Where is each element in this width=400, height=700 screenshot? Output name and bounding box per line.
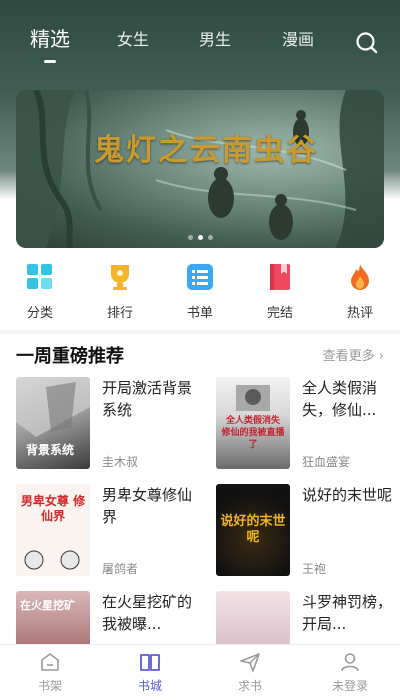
book-author: 王袍 bbox=[302, 562, 327, 576]
send-icon bbox=[239, 651, 261, 673]
nav-label: 书城 bbox=[137, 679, 162, 693]
banner-dot[interactable] bbox=[188, 235, 193, 240]
nav-label: 书架 bbox=[37, 679, 62, 693]
nav-request-book[interactable]: 求书 bbox=[220, 651, 280, 694]
category-ranking[interactable]: 排行 bbox=[90, 262, 150, 321]
category-label: 排行 bbox=[106, 306, 133, 321]
book-card[interactable]: 说好的末世呢 说好的末世呢 王袍 bbox=[216, 484, 400, 584]
book-title: 男卑女尊修仙界 bbox=[102, 486, 193, 526]
trophy-icon bbox=[105, 262, 135, 292]
section-divider bbox=[0, 330, 400, 334]
see-more-label: 查看更多 bbox=[322, 349, 375, 364]
top-tabs: 精选 女生 男生 漫画 bbox=[0, 26, 400, 66]
cover-title: 在火星挖矿 bbox=[20, 599, 75, 612]
section-title: 一周重磅推荐 bbox=[16, 346, 124, 367]
banner-title: 鬼灯之云南虫谷 bbox=[94, 133, 318, 168]
user-icon bbox=[339, 651, 361, 673]
open-book-icon bbox=[139, 651, 161, 673]
book-author: 圭木叔 bbox=[102, 455, 139, 469]
category-label: 书单 bbox=[186, 306, 213, 321]
book-title: 在火星挖矿的我被曝... bbox=[102, 593, 193, 633]
category-label: 分类 bbox=[26, 306, 53, 321]
book-title: 斗罗神罚榜，开局... bbox=[302, 593, 393, 633]
category-classify[interactable]: 分类 bbox=[10, 262, 70, 321]
cover-title: 说好的末世呢 bbox=[220, 514, 286, 545]
flame-icon bbox=[345, 262, 375, 292]
category-label: 完结 bbox=[266, 306, 293, 321]
grid-icon bbox=[25, 262, 55, 292]
banner-pagination bbox=[188, 235, 213, 240]
book-cover: 男卑女尊 修仙界 bbox=[16, 484, 90, 576]
nav-bookstore[interactable]: 书城 bbox=[120, 651, 180, 694]
book-card[interactable]: 男卑女尊 修仙界 男卑女尊修仙界 屠鸽者 bbox=[16, 484, 200, 584]
category-completed[interactable]: 完结 bbox=[250, 262, 310, 321]
promo-banner[interactable]: 鬼灯之云南虫谷 bbox=[16, 90, 384, 248]
book-card[interactable]: 全人类假消失 修仙的我被直播了 全人类假消失，修仙... 狂血盛宴 bbox=[216, 377, 400, 477]
list-icon bbox=[185, 262, 215, 292]
book-title: 全人类假消失，修仙... bbox=[302, 379, 378, 419]
tab-female[interactable]: 女生 bbox=[117, 26, 149, 50]
see-more-link[interactable]: 查看更多 › bbox=[323, 345, 384, 364]
book-cover: 说好的末世呢 bbox=[216, 484, 290, 576]
book-icon bbox=[265, 262, 295, 292]
book-title: 开局激活背景系统 bbox=[102, 379, 193, 419]
tab-active-indicator bbox=[44, 60, 56, 63]
tab-male[interactable]: 男生 bbox=[199, 26, 231, 50]
book-cover: 全人类假消失 修仙的我被直播了 bbox=[216, 377, 290, 469]
book-title: 说好的末世呢 bbox=[302, 486, 393, 504]
nav-label: 求书 bbox=[237, 679, 262, 693]
banner-artwork bbox=[16, 90, 384, 248]
nav-account[interactable]: 未登录 bbox=[320, 651, 380, 694]
cover-title: 男卑女尊 修仙界 bbox=[20, 494, 86, 523]
book-author: 屠鸽者 bbox=[102, 562, 139, 576]
cover-title: 背景系统 bbox=[26, 443, 75, 457]
nav-bookshelf[interactable]: 书架 bbox=[20, 651, 80, 694]
banner-dot[interactable] bbox=[208, 235, 213, 240]
book-author: 狂血盛宴 bbox=[302, 455, 351, 469]
category-label: 热评 bbox=[346, 306, 373, 321]
category-nav: 分类 排行 书单 完结 热评 bbox=[0, 262, 400, 326]
bottom-nav: 书架 书城 求书 未登录 bbox=[0, 644, 400, 700]
shelf-icon bbox=[39, 651, 61, 673]
tab-comics[interactable]: 漫画 bbox=[282, 26, 314, 50]
tab-featured[interactable]: 精选 bbox=[30, 23, 70, 52]
cover-title: 全人类假消失 修仙的我被直播了 bbox=[221, 416, 285, 450]
category-hot-reviews[interactable]: 热评 bbox=[330, 262, 390, 321]
nav-label: 未登录 bbox=[331, 679, 368, 693]
banner-dot-active[interactable] bbox=[198, 235, 203, 240]
chevron-right-icon: › bbox=[378, 349, 384, 364]
book-card[interactable]: 背景系统 开局激活背景系统 圭木叔 bbox=[16, 377, 200, 477]
category-booklist[interactable]: 书单 bbox=[170, 262, 230, 321]
book-cover: 背景系统 bbox=[16, 377, 90, 469]
search-icon[interactable] bbox=[354, 30, 380, 56]
